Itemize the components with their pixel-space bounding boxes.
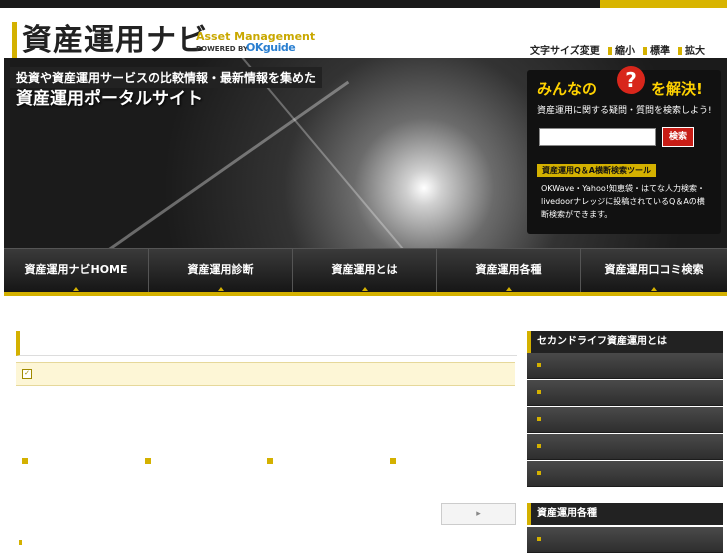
nav-item-home[interactable]: 資産運用ナビHOME: [4, 249, 149, 293]
main-nav: 資産運用ナビHOME 資産運用診断 資産運用とは 資産運用各種 資産運用口コミ検…: [4, 248, 727, 293]
nav-item-about[interactable]: 資産運用とは: [293, 249, 437, 293]
qa-search-button[interactable]: 検索: [662, 127, 694, 147]
powered-by-label: POWERED BY: [196, 45, 249, 53]
qa-panel-heading-b: を解決!: [651, 80, 703, 98]
qa-tool-description: OKWave・Yahoo!知恵袋・はてな人力検索・livedoorナレッジに投稿…: [541, 184, 705, 219]
nav-label: 資産運用口コミ検索: [604, 263, 704, 276]
sidebar-item[interactable]: [527, 353, 723, 379]
header: 資産運用ナビ Asset Management POWERED BY OKgui…: [0, 8, 727, 58]
logo-accent-bar: [12, 22, 17, 58]
okguide-logo[interactable]: OKguide: [246, 41, 296, 54]
nav-item-reviews[interactable]: 資産運用口コミ検索: [581, 249, 727, 293]
nav-underline: [4, 292, 727, 296]
sidebar-heading: セカンドライフ資産運用とは: [527, 331, 723, 353]
checkbox-icon: ✓: [22, 369, 32, 379]
qa-panel-subtitle: 資産運用に関する疑問・質問を検索しよう!: [537, 106, 712, 116]
section-marker: [19, 540, 22, 545]
nav-label: 資産運用とは: [331, 263, 398, 276]
triangle-icon: [505, 287, 512, 291]
triangle-icon: [361, 287, 368, 291]
sidebar-heading: 資産運用各種: [527, 503, 723, 525]
nav-item-types[interactable]: 資産運用各種: [437, 249, 581, 293]
site-logo[interactable]: 資産運用ナビ: [22, 24, 208, 58]
section-subheading: ✓: [16, 362, 515, 386]
page-title: [16, 331, 517, 356]
triangle-icon: [73, 287, 79, 291]
content-link[interactable]: [267, 457, 278, 467]
triangle-icon: [217, 287, 224, 291]
qa-panel-heading: みんなの: [537, 80, 598, 98]
sidebar-item[interactable]: [527, 527, 723, 553]
nav-label: 資産運用診断: [187, 263, 254, 276]
content-link[interactable]: [390, 457, 401, 467]
question-mark-icon: ?: [617, 66, 645, 94]
qa-tool-label: 資産運用Q＆A横断検索ツール: [537, 164, 656, 177]
more-button[interactable]: [441, 503, 516, 525]
nav-item-diagnosis[interactable]: 資産運用診断: [149, 249, 293, 293]
font-standard-button[interactable]: 標準: [643, 42, 670, 57]
content-link[interactable]: [22, 457, 33, 467]
sidebar-item[interactable]: [527, 461, 723, 487]
sidebar-item[interactable]: [527, 380, 723, 406]
triangle-icon: [651, 287, 657, 291]
sidebar-item[interactable]: [527, 407, 723, 433]
qa-search-panel: みんなの ? を解決! 資産運用に関する疑問・質問を検索しよう! 検索 資産運用…: [527, 66, 721, 234]
font-small-button[interactable]: 縮小: [608, 42, 635, 57]
nav-label: 資産運用ナビHOME: [24, 263, 128, 276]
nav-label: 資産運用各種: [475, 263, 542, 276]
font-size-label: 文字サイズ変更: [530, 46, 600, 57]
hero-title: 資産運用ポータルサイト: [16, 89, 203, 109]
qa-search-input[interactable]: [539, 128, 656, 146]
font-large-button[interactable]: 拡大: [678, 42, 705, 57]
sidebar-item[interactable]: [527, 434, 723, 460]
content-link[interactable]: [145, 457, 156, 467]
